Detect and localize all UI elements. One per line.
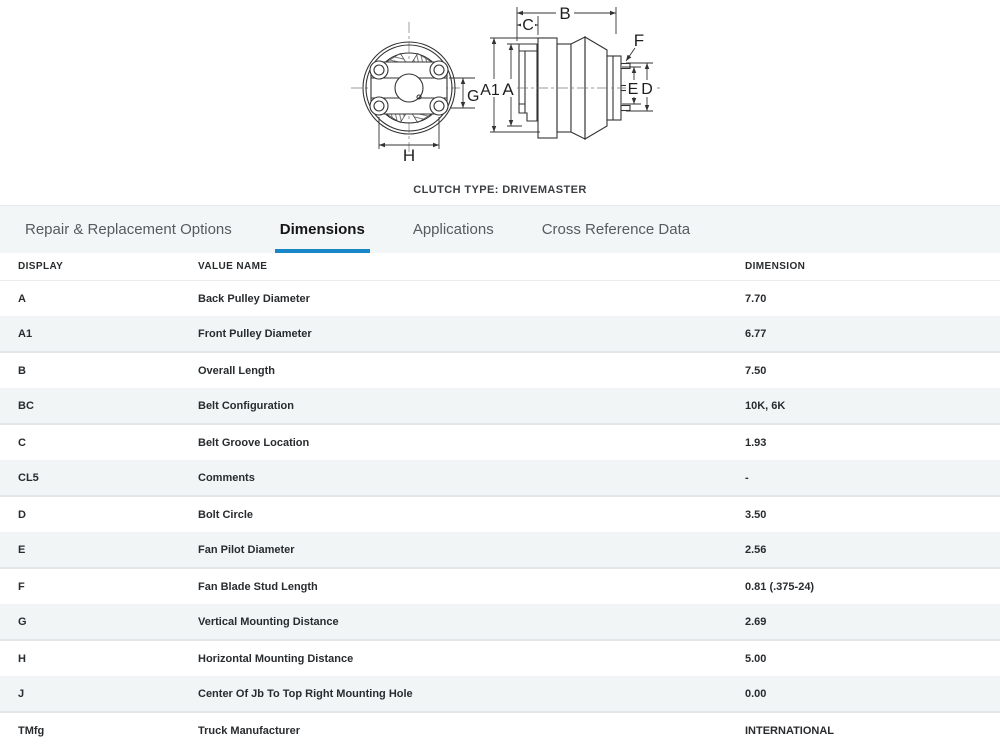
- cell-dimension: INTERNATIONAL: [745, 725, 1000, 737]
- dim-label-b: B: [559, 4, 570, 23]
- cell-dimension: 2.56: [745, 544, 1000, 556]
- cell-dimension: 1.93: [745, 437, 1000, 449]
- cell-dimension: 7.50: [745, 365, 1000, 377]
- dim-label-h: H: [403, 146, 415, 165]
- cell-display: BC: [0, 400, 198, 412]
- cell-value-name: Vertical Mounting Distance: [198, 616, 745, 628]
- cell-dimension: 3.50: [745, 509, 1000, 521]
- cell-value-name: Belt Configuration: [198, 400, 745, 412]
- column-header-display: DISPLAY: [0, 261, 198, 272]
- table-row: D Bolt Circle 3.50: [0, 497, 1000, 533]
- cell-display: B: [0, 365, 198, 377]
- cell-value-name: Back Pulley Diameter: [198, 293, 745, 305]
- dim-label-e: E: [628, 81, 639, 98]
- tab-applications[interactable]: Applications: [410, 206, 497, 253]
- table-row: E Fan Pilot Diameter 2.56: [0, 533, 1000, 569]
- table-row: H Horizontal Mounting Distance 5.00: [0, 641, 1000, 677]
- cell-dimension: 0.00: [745, 688, 1000, 700]
- cell-display: TMfg: [0, 725, 198, 737]
- table-row: TMfg Truck Manufacturer INTERNATIONAL: [0, 713, 1000, 748]
- column-header-dimension: DIMENSION: [745, 261, 1000, 272]
- table-row: C Belt Groove Location 1.93: [0, 425, 1000, 461]
- cell-value-name: Center Of Jb To Top Right Mounting Hole: [198, 688, 745, 700]
- front-view: [351, 22, 460, 152]
- journal-bracket: [519, 44, 537, 121]
- dimension-e-d: E D: [622, 63, 655, 111]
- cell-display: J: [0, 688, 198, 700]
- cell-display: CL5: [0, 472, 198, 484]
- cell-display: A1: [0, 328, 198, 340]
- cell-value-name: Truck Manufacturer: [198, 725, 745, 737]
- tab-cross-reference-data[interactable]: Cross Reference Data: [539, 206, 693, 253]
- detail-tabs: Repair & Replacement Options Dimensions …: [0, 205, 1000, 253]
- dimensions-table: DISPLAY VALUE NAME DIMENSION A Back Pull…: [0, 253, 1000, 748]
- cell-dimension: 7.70: [745, 293, 1000, 305]
- product-diagram-section: G H B: [0, 0, 1000, 205]
- cell-value-name: Fan Blade Stud Length: [198, 581, 745, 593]
- clutch-technical-drawing: G H B: [0, 0, 1000, 182]
- tab-repair-replacement-options[interactable]: Repair & Replacement Options: [22, 206, 235, 253]
- cell-display: F: [0, 581, 198, 593]
- cell-dimension: 2.69: [745, 616, 1000, 628]
- table-header-row: DISPLAY VALUE NAME DIMENSION: [0, 253, 1000, 281]
- table-row: J Center Of Jb To Top Right Mounting Hol…: [0, 677, 1000, 713]
- table-row: CL5 Comments -: [0, 461, 1000, 497]
- table-row: BC Belt Configuration 10K, 6K: [0, 389, 1000, 425]
- dim-label-f: F: [634, 31, 644, 50]
- table-row: B Overall Length 7.50: [0, 353, 1000, 389]
- cell-display: G: [0, 616, 198, 628]
- cell-dimension: 10K, 6K: [745, 400, 1000, 412]
- cell-display: E: [0, 544, 198, 556]
- dimension-g: G: [449, 78, 479, 108]
- cell-display: D: [0, 509, 198, 521]
- cell-dimension: 5.00: [745, 653, 1000, 665]
- dim-label-c: C: [522, 17, 534, 34]
- dimension-c: C: [517, 16, 538, 35]
- cell-dimension: 0.81 (.375-24): [745, 581, 1000, 593]
- cell-value-name: Overall Length: [198, 365, 745, 377]
- center-pilot-hole: [395, 74, 423, 102]
- cell-value-name: Bolt Circle: [198, 509, 745, 521]
- tab-dimensions[interactable]: Dimensions: [277, 206, 368, 253]
- dim-label-d: D: [641, 81, 653, 98]
- column-header-value-name: VALUE NAME: [198, 261, 745, 272]
- cell-dimension: 6.77: [745, 328, 1000, 340]
- dim-label-g: G: [467, 88, 479, 105]
- clutch-type-caption: CLUTCH TYPE: DRIVEMASTER: [0, 184, 1000, 196]
- cell-value-name: Fan Pilot Diameter: [198, 544, 745, 556]
- dim-label-a: A: [502, 80, 514, 99]
- table-row: A1 Front Pulley Diameter 6.77: [0, 317, 1000, 353]
- dim-label-a1: A1: [480, 82, 500, 99]
- cell-value-name: Horizontal Mounting Distance: [198, 653, 745, 665]
- cell-display: H: [0, 653, 198, 665]
- cell-value-name: Front Pulley Diameter: [198, 328, 745, 340]
- table-row: A Back Pulley Diameter 7.70: [0, 281, 1000, 317]
- cell-value-name: Belt Groove Location: [198, 437, 745, 449]
- cell-dimension: -: [745, 472, 1000, 484]
- table-row: F Fan Blade Stud Length 0.81 (.375-24): [0, 569, 1000, 605]
- cell-display: A: [0, 293, 198, 305]
- table-row: G Vertical Mounting Distance 2.69: [0, 605, 1000, 641]
- dimension-f: F: [626, 31, 644, 61]
- cell-display: C: [0, 437, 198, 449]
- cell-value-name: Comments: [198, 472, 745, 484]
